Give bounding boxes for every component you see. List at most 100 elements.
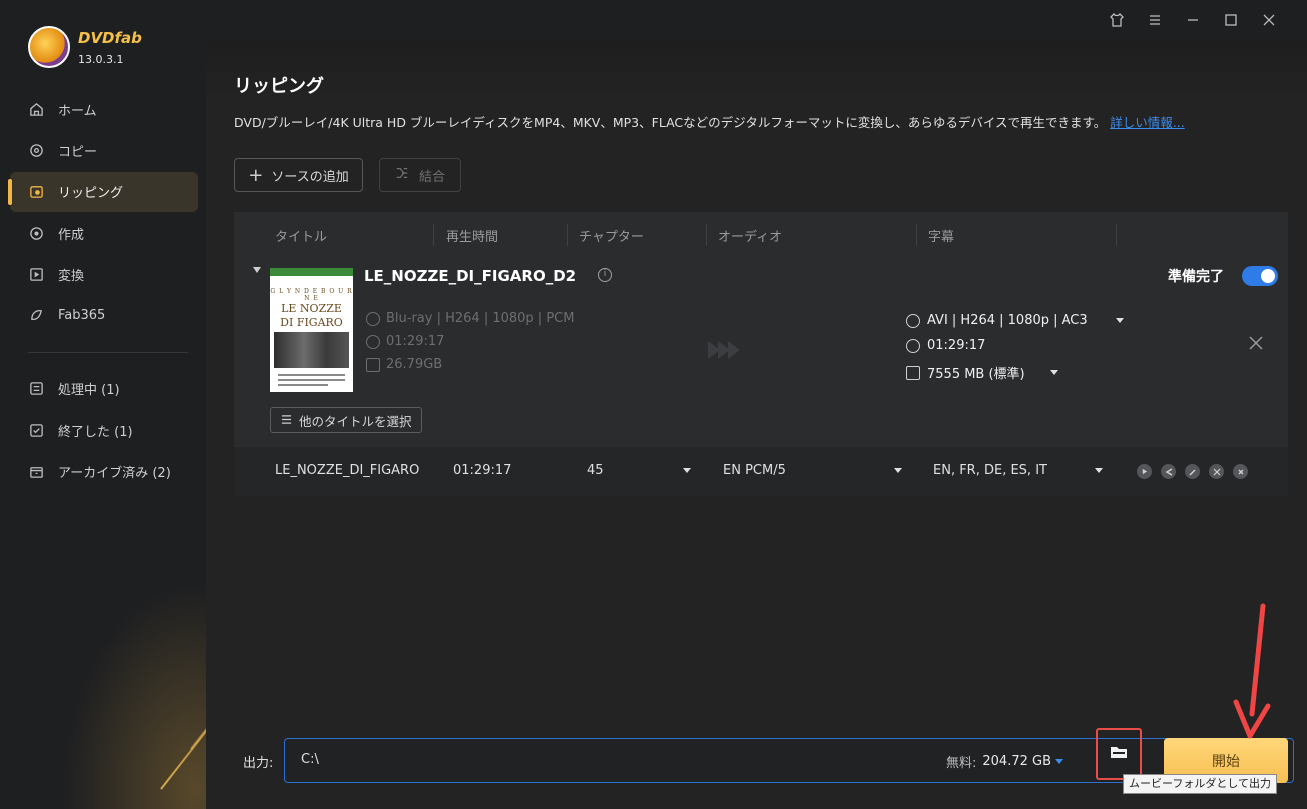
red-annotation-arrow-icon [1233,603,1271,739]
merge-button[interactable]: 結合 [379,158,461,192]
minimize-icon[interactable] [1183,10,1203,30]
main-nav: ホーム コピー リッピング 作成 変換 Fab365 処理中 (1) 終了した … [8,89,198,493]
profile-dropdown-icon[interactable] [1115,318,1124,323]
home-icon [28,101,44,117]
column-header-title: タイトル [275,230,328,245]
movie-folder-button[interactable] [1096,728,1142,780]
more-info-link[interactable]: 詳しい情報... [1110,115,1184,130]
app-logo: DVDfab 13.0.3.1 [28,26,142,68]
title-table: タイトル 再生時間 チャプター オーディオ 字幕 G L Y N D E B O… [234,212,1288,496]
add-source-label: ソースの追加 [271,169,349,185]
select-other-title-button[interactable]: 他のタイトルを選択 [270,407,422,433]
size-dropdown-icon[interactable] [1049,370,1058,375]
cover-fine-print [278,374,345,376]
convert-arrow-icon [708,341,744,359]
row-chapters[interactable]: 45 [587,463,604,478]
maximize-icon[interactable] [1221,10,1241,30]
table-header: タイトル 再生時間 チャプター オーディオ 字幕 [234,212,1288,257]
sidebar-item-finished[interactable]: 終了した (1) [10,410,198,450]
collapse-toggle-icon[interactable] [253,267,261,273]
source-duration-text: 01:29:17 [386,334,445,349]
cover-title-line-1: LE NOZZE [281,302,342,315]
column-separator [916,224,917,246]
column-separator [567,224,568,246]
video-format-icon [906,313,920,328]
output-profile[interactable]: AVI | H264 | 1080p | AC3 [906,313,1124,328]
menu-icon[interactable] [1145,10,1165,30]
light-streak-decoration [160,583,206,790]
select-title-label: 他のタイトルを選択 [299,413,412,429]
merge-icon [395,166,409,184]
edit-icon[interactable] [1185,464,1200,479]
sidebar-item-fab365[interactable]: Fab365 [10,296,198,336]
ripper-icon [28,184,44,200]
cover-photo [274,332,349,368]
page-description: DVD/ブルーレイ/4K Ultra HD ブルーレイディスクをMP4、MKV、… [234,112,1185,131]
column-header-chapters: チャプター [579,230,644,245]
sidebar-item-label: ホーム [58,103,97,119]
row-subtitles[interactable]: EN, FR, DE, ES, IT [933,463,1047,478]
output-format-text: AVI | H264 | 1080p | AC3 [927,313,1088,328]
ready-label: 準備完了 [1168,269,1224,285]
folder-icon [1110,744,1128,764]
column-separator [706,224,707,246]
brand-name: DVDfab [78,28,142,47]
row-audio[interactable]: EN PCM/5 [723,463,786,478]
folder-tooltip: ムービーフォルダとして出力 [1123,774,1278,794]
subtitles-dropdown-icon[interactable] [1095,468,1103,473]
chapters-dropdown-icon[interactable] [683,468,691,473]
sidebar-item-processing[interactable]: 処理中 (1) [10,369,198,409]
page-title: リッピング [234,76,324,97]
sidebar-item-ripper[interactable]: リッピング [8,171,198,212]
file-size-icon [366,357,380,372]
free-space[interactable]: 無料: 204.72 GB [946,752,1064,771]
cover-fine-print [278,379,345,381]
info-icon[interactable]: i [598,268,612,282]
close-icon[interactable] [1259,10,1279,30]
sidebar-item-label: アーカイブ済み (2) [58,466,171,482]
remove-item-icon[interactable] [1248,335,1266,353]
main-panel: リッピング DVD/ブルーレイ/4K Ultra HD ブルーレイディスクをMP… [206,0,1307,809]
row-duration: 01:29:17 [453,463,512,478]
add-source-button[interactable]: + ソースの追加 [234,158,363,192]
tools-icon[interactable] [1209,464,1224,479]
column-separator [1116,224,1117,246]
source-format-text: Blu-ray | H264 | 1080p | PCM [386,311,575,326]
ready-toggle[interactable] [1242,266,1278,286]
disc-cover-thumbnail: G L Y N D E B O U R N E LE NOZZE DI FIGA… [270,268,353,392]
back-icon[interactable] [1161,464,1176,479]
sidebar-item-home[interactable]: ホーム [10,89,198,129]
finished-icon [28,422,44,438]
disc-icon [366,311,380,326]
sidebar-item-copy[interactable]: コピー [10,130,198,170]
output-size[interactable]: 7555 MB (標準) [906,363,1058,382]
column-header-duration: 再生時間 [446,230,499,245]
monkey-logo-icon [28,26,70,68]
window-controls [1107,10,1279,30]
sidebar-item-archive[interactable]: アーカイブ済み (2) [10,452,198,492]
disc-title: LE_NOZZE_DI_FIGARO_D2 [364,267,577,285]
copy-icon [28,142,44,158]
archive-icon [28,464,44,480]
sidebar-item-convert[interactable]: 変換 [10,255,198,295]
row-title: LE_NOZZE_DI_FIGARO [275,463,420,478]
table-row: LE_NOZZE_DI_FIGARO 01:29:17 45 EN PCM/5 … [234,447,1288,496]
source-duration: 01:29:17 [366,334,444,349]
audio-dropdown-icon[interactable] [894,468,902,473]
processing-icon [28,381,44,397]
drive-dropdown-icon[interactable] [1055,759,1064,764]
app-version: 13.0.3.1 [78,52,124,66]
tshirt-icon[interactable] [1107,10,1127,30]
cover-title-line-2: DI FIGARO [280,316,343,329]
play-icon[interactable] [1137,464,1152,479]
cover-fine-print [278,384,328,386]
free-space-value: 204.72 GB [982,754,1052,769]
column-separator [433,224,434,246]
sidebar-item-label: 作成 [58,227,85,243]
app-window: DVDfab 13.0.3.1 ホーム コピー リッピング 作成 変換 Fab3… [0,0,1307,809]
clock-icon [366,334,380,349]
sidebar-item-label: コピー [58,144,98,160]
remove-icon[interactable] [1233,464,1248,479]
sidebar-item-create[interactable]: 作成 [10,213,198,253]
description-text: DVD/ブルーレイ/4K Ultra HD ブルーレイディスクをMP4、MKV、… [234,115,1107,130]
